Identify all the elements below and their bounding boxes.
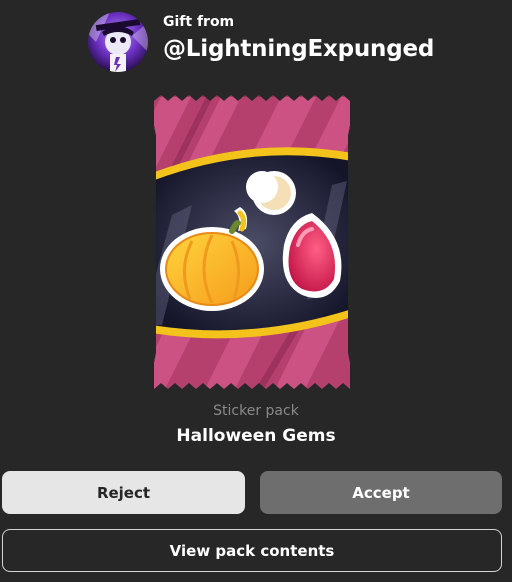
- accept-button[interactable]: Accept: [260, 471, 502, 514]
- sticker-pack-image: [152, 95, 352, 395]
- sender-username[interactable]: @LightningExpunged: [163, 36, 434, 62]
- gift-from-label: Gift from: [163, 14, 235, 30]
- gift-sender: Gift from @LightningExpunged: [88, 12, 434, 72]
- reject-button[interactable]: Reject: [2, 471, 245, 514]
- avatar[interactable]: [88, 12, 148, 72]
- view-pack-contents-button[interactable]: View pack contents: [2, 529, 502, 572]
- pack-name: Halloween Gems: [176, 426, 336, 446]
- pack-type-label: Sticker pack: [213, 403, 299, 419]
